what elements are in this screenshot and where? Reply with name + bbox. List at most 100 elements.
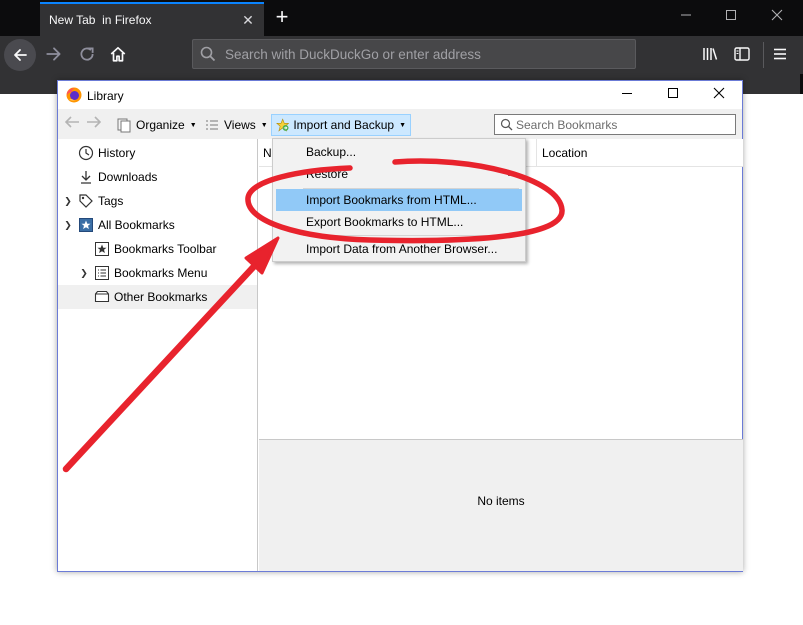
minimize-icon xyxy=(681,14,691,16)
library-button[interactable] xyxy=(699,45,721,67)
menu-item-backup[interactable]: Backup... xyxy=(276,141,522,163)
library-forward-button[interactable] xyxy=(85,115,103,133)
import-star-icon xyxy=(276,118,290,132)
menu-separator xyxy=(303,235,519,236)
minimize-window-button[interactable] xyxy=(663,4,709,30)
sidebar-item-bookmarks-toolbar[interactable]: Bookmarks Toolbar xyxy=(58,237,257,261)
chevron-right-icon[interactable]: ❯ xyxy=(63,195,73,207)
caret-down-icon: ▼ xyxy=(189,121,197,129)
tag-icon xyxy=(79,194,93,208)
list-icon xyxy=(95,266,109,280)
sidebar-item-tags[interactable]: ❯ Tags xyxy=(58,189,257,213)
back-arrow-icon xyxy=(14,49,27,61)
menu-item-restore[interactable]: Restore › xyxy=(276,163,522,185)
maximize-window-button[interactable] xyxy=(708,4,754,30)
minimize-icon xyxy=(622,93,632,94)
new-tab-button[interactable]: + xyxy=(270,5,294,29)
browser-tab[interactable]: New Tab in Firefox ✕ xyxy=(40,2,264,36)
browser-navbar xyxy=(0,36,803,74)
library-back-button[interactable] xyxy=(63,115,81,133)
menu-item-export-html[interactable]: Export Bookmarks to HTML... xyxy=(276,211,522,233)
forward-button[interactable] xyxy=(43,45,65,67)
clock-icon xyxy=(78,145,94,161)
hamburger-icon xyxy=(774,48,786,60)
caret-down-icon: ▼ xyxy=(399,121,406,129)
close-icon xyxy=(713,87,725,99)
maximize-icon xyxy=(726,10,736,20)
column-divider[interactable] xyxy=(536,139,537,167)
back-arrow-icon xyxy=(64,116,79,128)
menu-item-label: Restore xyxy=(306,167,349,181)
url-bar[interactable] xyxy=(192,39,636,69)
bookmark-star-icon xyxy=(79,218,93,232)
views-button[interactable]: Views ▼ xyxy=(200,114,272,136)
views-list-icon xyxy=(206,120,218,130)
sidebar-item-downloads[interactable]: Downloads xyxy=(58,165,257,189)
search-bookmarks-input[interactable] xyxy=(516,116,730,133)
sidebar-button[interactable] xyxy=(731,45,753,67)
address-input[interactable] xyxy=(225,40,625,68)
organize-icon xyxy=(117,118,131,133)
menu-item-import-html[interactable]: Import Bookmarks from HTML... xyxy=(276,189,522,211)
library-titlebar: Library xyxy=(58,81,742,109)
folder-icon xyxy=(94,290,110,303)
chevron-down-icon[interactable]: ❯ xyxy=(63,219,73,231)
sidebar-item-other-bookmarks[interactable]: Other Bookmarks xyxy=(58,285,257,309)
menu-button[interactable] xyxy=(769,45,791,67)
search-bookmarks-field[interactable] xyxy=(494,114,736,135)
sidebar-item-bookmarks-menu[interactable]: ❯ Bookmarks Menu xyxy=(58,261,257,285)
tab-title: New Tab in Firefox xyxy=(49,13,152,27)
search-icon xyxy=(200,46,216,62)
menu-item-label: Import Bookmarks from HTML... xyxy=(306,193,477,207)
sidebar-item-label: Other Bookmarks xyxy=(114,290,208,304)
forward-arrow-icon xyxy=(46,47,61,61)
sidebar-item-history[interactable]: History xyxy=(58,141,257,165)
location-column-header[interactable]: Location xyxy=(542,146,587,160)
search-icon xyxy=(500,118,513,131)
reload-icon xyxy=(80,47,94,61)
organize-label: Organize xyxy=(136,118,185,132)
name-column-header[interactable]: N xyxy=(263,146,272,160)
close-tab-icon[interactable]: ✕ xyxy=(238,10,258,30)
library-sidebar: History Downloads ❯ Tags ❯ All Bookmarks… xyxy=(58,139,258,571)
library-minimize-button[interactable] xyxy=(604,81,650,109)
sidebar-item-label: Downloads xyxy=(98,170,158,184)
import-backup-button[interactable]: Import and Backup ▼ xyxy=(271,114,411,136)
maximize-icon xyxy=(668,88,678,98)
sidebar-item-label: All Bookmarks xyxy=(98,218,175,232)
library-toolbar: Organize ▼ Views ▼ Import and Backup ▼ xyxy=(58,109,742,139)
views-label: Views xyxy=(224,118,256,132)
reload-button[interactable] xyxy=(76,45,98,67)
submenu-arrow-icon: › xyxy=(507,165,512,180)
sidebar-item-label: Bookmarks Menu xyxy=(114,266,208,280)
close-window-button[interactable] xyxy=(754,4,800,30)
library-close-button[interactable] xyxy=(696,81,742,109)
browser-titlebar: New Tab in Firefox ✕ + xyxy=(0,0,803,36)
toolbar-separator xyxy=(763,42,764,68)
home-icon xyxy=(110,46,126,62)
close-icon xyxy=(771,9,783,21)
menu-item-label: Export Bookmarks to HTML... xyxy=(306,215,464,229)
sidebar-item-label: Tags xyxy=(98,194,124,208)
sidebar-icon xyxy=(734,47,750,61)
import-backup-menu: Backup... Restore › Import Bookmarks fro… xyxy=(272,138,526,262)
caret-down-icon: ▼ xyxy=(260,121,268,129)
library-maximize-button[interactable] xyxy=(650,81,696,109)
sidebar-item-all-bookmarks[interactable]: ❯ All Bookmarks xyxy=(58,213,257,237)
import-backup-label: Import and Backup xyxy=(293,118,395,132)
firefox-logo-icon xyxy=(66,87,82,103)
sidebar-item-label: History xyxy=(98,146,136,160)
chevron-right-icon[interactable]: ❯ xyxy=(79,267,89,279)
back-button[interactable] xyxy=(4,39,36,71)
menu-item-import-browser[interactable]: Import Data from Another Browser... xyxy=(276,238,522,260)
organize-button[interactable]: Organize ▼ xyxy=(112,114,201,136)
forward-arrow-icon xyxy=(87,116,102,128)
home-button[interactable] xyxy=(107,45,129,67)
details-pane: No items xyxy=(259,439,743,571)
empty-state-text: No items xyxy=(477,494,525,508)
menu-item-label: Import Data from Another Browser... xyxy=(306,242,498,256)
library-title: Library xyxy=(87,89,124,103)
library-icon xyxy=(703,48,718,60)
download-icon xyxy=(81,171,91,184)
star-icon xyxy=(95,242,109,256)
